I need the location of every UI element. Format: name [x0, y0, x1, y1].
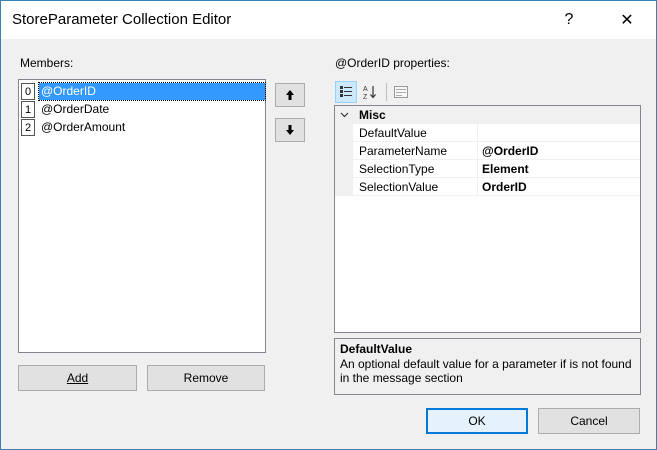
chevron-down-icon[interactable]: [335, 110, 353, 121]
property-grid[interactable]: Misc DefaultValue ParameterName @OrderID…: [334, 105, 641, 333]
alphabetical-icon: A Z: [363, 86, 376, 100]
ok-button-label: OK: [468, 414, 486, 428]
row-gutter: [335, 160, 353, 178]
members-list[interactable]: 0 @OrderID 1 @OrderDate 2 @OrderAmount: [18, 79, 266, 353]
description-title: DefaultValue: [340, 342, 413, 356]
row-gutter: [335, 178, 353, 196]
property-name: SelectionType: [353, 160, 478, 178]
row-gutter: [335, 142, 353, 160]
property-row-selectiontype[interactable]: SelectionType Element: [335, 160, 640, 178]
member-index: 1: [21, 101, 35, 118]
window-title: StoreParameter Collection Editor: [12, 11, 232, 28]
property-value[interactable]: [478, 124, 640, 142]
move-up-button[interactable]: [275, 83, 305, 107]
arrow-down-icon: [286, 125, 294, 135]
move-down-button[interactable]: [275, 118, 305, 142]
member-index: 0: [21, 83, 35, 100]
add-button[interactable]: Add: [18, 365, 137, 391]
categorized-icon: [340, 86, 352, 97]
title-bar: StoreParameter Collection Editor ? ✕: [1, 1, 656, 39]
close-button[interactable]: ✕: [604, 1, 650, 39]
member-item-orderid[interactable]: 0 @OrderID: [21, 82, 266, 101]
toolbar-separator: [386, 83, 387, 101]
help-icon: ?: [564, 11, 574, 28]
property-value[interactable]: Element: [478, 160, 640, 178]
member-item-orderdate[interactable]: 1 @OrderDate: [21, 101, 265, 118]
member-name: @OrderAmount: [41, 120, 126, 134]
member-name: @OrderDate: [41, 102, 110, 116]
property-name: DefaultValue: [353, 124, 478, 142]
property-value[interactable]: OrderID: [478, 178, 640, 196]
remove-button-label: Remove: [183, 371, 229, 385]
member-item-orderamount[interactable]: 2 @OrderAmount: [21, 119, 265, 136]
property-name: SelectionValue: [353, 178, 478, 196]
arrow-up-icon: [286, 90, 294, 100]
properties-label-text: @OrderID properties:: [335, 56, 450, 70]
alphabetical-button[interactable]: A Z: [359, 81, 381, 103]
description-text: An optional default value for a paramete…: [340, 357, 632, 385]
description-panel: DefaultValue An optional default value f…: [334, 338, 641, 395]
properties-toolbar: A Z: [335, 80, 445, 104]
cancel-button-label: Cancel: [570, 414, 608, 428]
property-row-parametername[interactable]: ParameterName @OrderID: [335, 142, 640, 160]
help-button[interactable]: ?: [546, 1, 592, 39]
member-name: @OrderID: [38, 82, 266, 101]
row-gutter: [335, 124, 353, 142]
category-label: Misc: [359, 108, 386, 122]
members-label: Members:: [20, 56, 73, 70]
svg-text:A: A: [363, 86, 368, 93]
svg-text:Z: Z: [363, 94, 368, 100]
property-pages-button[interactable]: [390, 81, 412, 103]
property-row-selectionvalue[interactable]: SelectionValue OrderID: [335, 178, 640, 196]
category-misc[interactable]: Misc: [335, 106, 640, 124]
property-name: ParameterName: [353, 142, 478, 160]
member-index: 2: [21, 119, 35, 136]
remove-button[interactable]: Remove: [147, 365, 265, 391]
property-value[interactable]: @OrderID: [478, 142, 640, 160]
members-label-text: Members:: [20, 56, 74, 70]
cancel-button[interactable]: Cancel: [538, 408, 640, 434]
property-row-defaultvalue[interactable]: DefaultValue: [335, 124, 640, 142]
add-button-label: Add: [66, 371, 89, 385]
collection-editor-dialog: StoreParameter Collection Editor ? ✕ Mem…: [0, 0, 657, 450]
close-icon: ✕: [620, 12, 634, 29]
properties-label: @OrderID properties:: [335, 56, 450, 70]
categorized-button[interactable]: [335, 81, 357, 103]
ok-button[interactable]: OK: [426, 408, 528, 434]
property-pages-icon: [394, 86, 408, 98]
